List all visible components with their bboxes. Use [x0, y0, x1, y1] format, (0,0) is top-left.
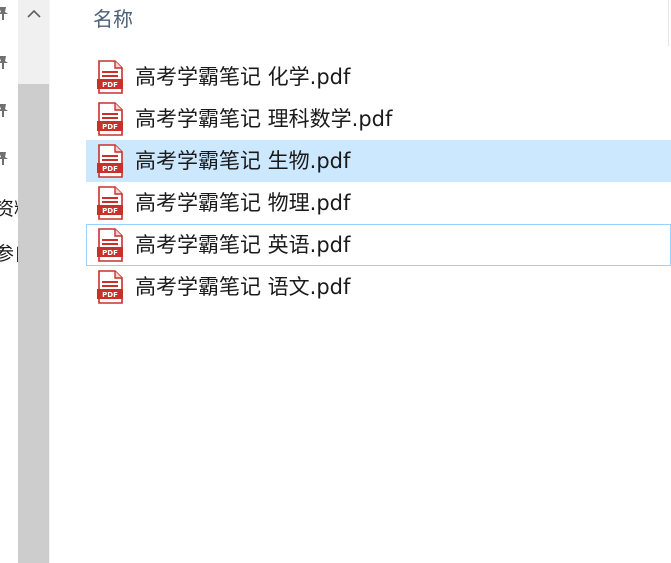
file-row[interactable]: PDF 高考学霸笔记 理科数学.pdf [86, 98, 671, 140]
file-name: 高考学霸笔记 英语.pdf [135, 233, 351, 257]
file-row[interactable]: PDF 高考学霸笔记 英语.pdf [86, 224, 671, 266]
pdf-icon-label: PDF [102, 81, 118, 89]
pin-icon[interactable] [0, 103, 9, 117]
scroll-up-button[interactable] [18, 0, 49, 26]
column-header-name[interactable]: 名称 [93, 5, 133, 33]
nav-item-partial[interactable]: 参自 [0, 243, 18, 265]
pin-icon[interactable] [0, 151, 9, 165]
nav-item-partial[interactable]: 资料 [0, 198, 18, 220]
pdf-icon-label: PDF [102, 291, 118, 299]
file-list: PDF 高考学霸笔记 化学.pdf PDF 高考学霸笔记 理科数学.pdf PD… [86, 56, 671, 308]
file-row[interactable]: PDF 高考学霸笔记 物理.pdf [86, 182, 671, 224]
pdf-icon-label: PDF [102, 123, 118, 131]
file-row[interactable]: PDF 高考学霸笔记 化学.pdf [86, 56, 671, 98]
pdf-file-icon: PDF [97, 60, 123, 94]
pdf-icon-label: PDF [102, 207, 118, 215]
pane-divider[interactable] [49, 0, 50, 563]
column-header-divider[interactable] [668, 0, 669, 46]
pdf-file-icon: PDF [97, 144, 123, 178]
file-explorer-window: 资料 参自 名称 PDF 高考学霸笔记 化学.pdf [0, 0, 671, 563]
file-row[interactable]: PDF 高考学霸笔记 生物.pdf [86, 140, 671, 182]
nav-scrollbar[interactable] [18, 0, 49, 563]
file-name: 高考学霸笔记 物理.pdf [135, 191, 351, 215]
pin-icon[interactable] [0, 55, 9, 69]
pin-icon[interactable] [0, 6, 9, 20]
navigation-pane: 资料 参自 [0, 0, 18, 563]
file-name: 高考学霸笔记 理科数学.pdf [135, 107, 393, 131]
file-name: 高考学霸笔记 生物.pdf [135, 149, 351, 173]
pdf-icon-label: PDF [102, 249, 118, 257]
pdf-icon-label: PDF [102, 165, 118, 173]
scroll-thumb[interactable] [18, 84, 49, 563]
pdf-file-icon: PDF [97, 270, 123, 304]
pdf-file-icon: PDF [97, 102, 123, 136]
file-name: 高考学霸笔记 化学.pdf [135, 65, 351, 89]
pdf-file-icon: PDF [97, 186, 123, 220]
chevron-up-icon [26, 9, 41, 18]
file-name: 高考学霸笔记 语文.pdf [135, 275, 351, 299]
pdf-file-icon: PDF [97, 228, 123, 262]
file-row[interactable]: PDF 高考学霸笔记 语文.pdf [86, 266, 671, 308]
